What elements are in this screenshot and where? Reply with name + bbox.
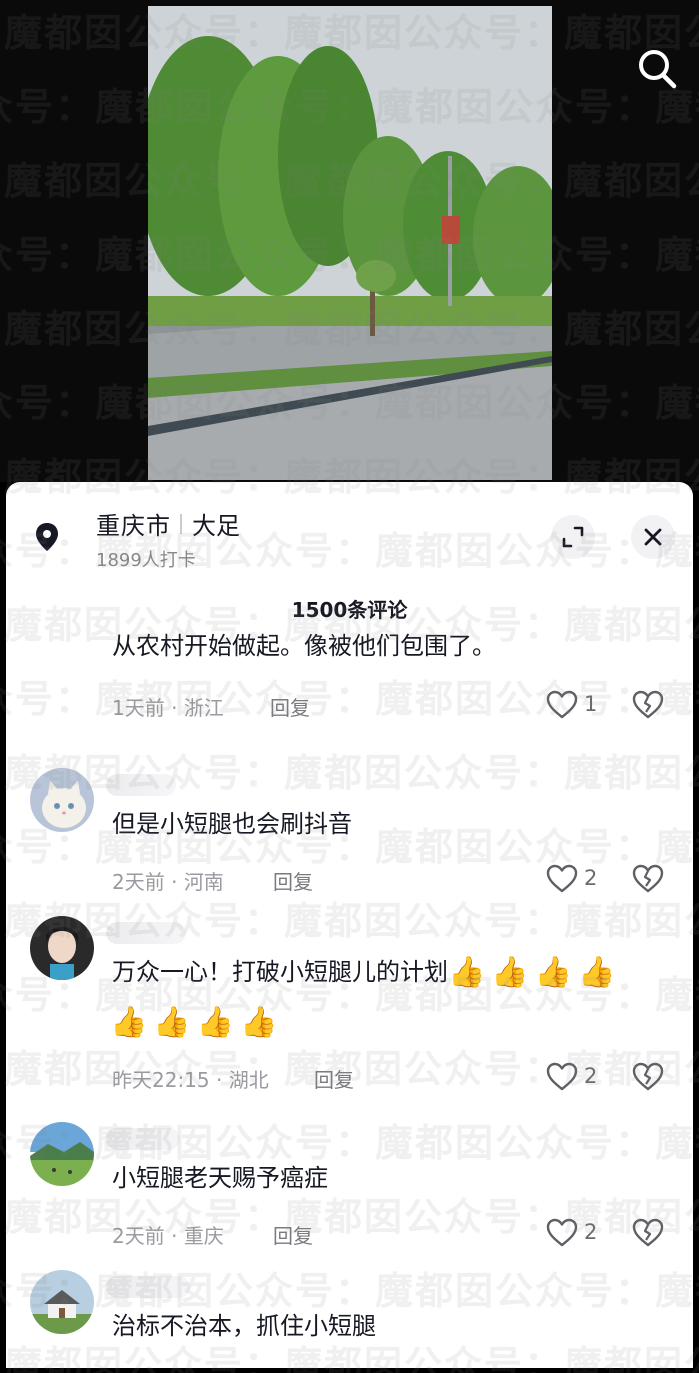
username-redacted[interactable] [106, 922, 186, 944]
thumbs-up-emoji: 👍 [534, 955, 573, 990]
comment-time: 2天前 [112, 870, 165, 894]
location-separator [180, 514, 182, 534]
comment-region: 河南 [183, 870, 224, 894]
avatar[interactable] [30, 1122, 94, 1186]
comment-text: 从农村开始做起。像被他们包围了。 [112, 632, 496, 660]
avatar[interactable] [30, 768, 94, 832]
like-button[interactable]: 2 [546, 864, 626, 896]
video-player[interactable] [0, 0, 699, 482]
reply-button[interactable]: 回复 [273, 1220, 313, 1249]
dislike-button[interactable] [632, 1218, 664, 1250]
broken-heart-icon [632, 864, 664, 893]
comment-text: 万众一心！打破小短腿儿的计划 [112, 958, 448, 986]
reply-button[interactable]: 回复 [314, 1064, 354, 1093]
username-redacted[interactable] [106, 774, 176, 796]
cat-avatar-image [30, 768, 94, 832]
close-button[interactable] [631, 515, 675, 559]
like-count: 2 [584, 866, 598, 890]
comment-item: 万众一心！打破小短腿儿的计划👍 👍 👍 👍 👍 👍 👍 👍 昨天22:15 · 湖北 回复 … [6, 916, 693, 1106]
like-button[interactable]: 2 [546, 1062, 626, 1094]
comment-item: 小短腿老天赐予癌症 2天前 · 重庆 回复 2 [6, 1122, 693, 1252]
like-button[interactable]: 2 [546, 1218, 626, 1250]
like-button[interactable]: 1 [546, 690, 626, 722]
comment-region: 浙江 [183, 696, 224, 720]
avatar[interactable] [30, 916, 94, 980]
like-count: 2 [584, 1220, 598, 1244]
comment-item: 治标不治本，抓住小短腿 [6, 1270, 693, 1368]
house-avatar-image [30, 1270, 94, 1334]
heart-icon [546, 1218, 578, 1247]
dislike-button[interactable] [632, 864, 664, 896]
username-redacted[interactable] [106, 1276, 190, 1298]
comment-time: 昨天22:15 [112, 1068, 210, 1092]
heart-icon [546, 864, 578, 893]
comment-meta: 昨天22:15 · 湖北 [112, 1068, 269, 1092]
thumbs-up-emoji: 👍 [448, 955, 486, 990]
broken-heart-icon [632, 690, 664, 719]
expand-button[interactable] [551, 515, 595, 559]
comment-text-line1: 万众一心！打破小短腿儿的计划👍 👍 👍 👍 [112, 948, 621, 997]
comment-item: 从农村开始做起。像被他们包围了。 1天前 · 浙江 回复 1 [6, 632, 693, 742]
avatar[interactable] [30, 1270, 94, 1334]
thumbs-up-emoji: 👍 [491, 955, 529, 990]
comment-region: 湖北 [228, 1068, 269, 1092]
comment-item: 但是小短腿也会刷抖音 2天前 · 河南 回复 2 [6, 768, 693, 898]
broken-heart-icon [632, 1062, 664, 1091]
search-button[interactable] [632, 44, 682, 94]
heart-icon [546, 1062, 578, 1091]
comment-meta: 2天前 · 河南 [112, 870, 224, 894]
comment-text: 小短腿老天赐予癌症 [112, 1164, 328, 1192]
comments-sheet: 重庆市 大足 1899人打卡 1500条评论 从农村开始做起。像被他们包围了。 … [6, 482, 693, 1368]
thumbs-up-emoji: 👍 [110, 1005, 148, 1040]
like-count: 2 [584, 1064, 598, 1088]
comment-list[interactable]: 从农村开始做起。像被他们包围了。 1天前 · 浙江 回复 1 但是小短腿也会刷抖… [6, 632, 693, 1368]
comment-meta: 1天前 · 浙江 [112, 696, 224, 720]
username-redacted[interactable] [106, 1128, 180, 1150]
thumbs-up-emoji: 👍 [196, 1005, 235, 1040]
like-count: 1 [584, 692, 598, 716]
location-city[interactable]: 重庆市 [96, 506, 171, 541]
comment-time: 1天前 [112, 696, 165, 720]
dislike-button[interactable] [632, 690, 664, 722]
comment-text: 治标不治本，抓住小短腿 [112, 1312, 376, 1340]
landscape-avatar-image [30, 1122, 94, 1186]
reply-button[interactable]: 回复 [273, 866, 313, 895]
thumbs-up-emoji: 👍 [153, 1005, 191, 1040]
comment-time: 2天前 [112, 1224, 165, 1248]
reply-button[interactable]: 回复 [270, 692, 310, 721]
comment-count: 1500条评论 [291, 598, 408, 622]
search-icon [639, 50, 677, 89]
thumbs-up-emoji: 👍 [240, 1005, 278, 1040]
heart-icon [546, 690, 578, 719]
thumbs-up-emoji: 👍 [578, 955, 616, 990]
street-scene-image [148, 6, 552, 480]
location-district[interactable]: 大足 [192, 506, 240, 541]
broken-heart-icon [632, 1218, 664, 1247]
close-icon [644, 528, 662, 546]
video-frame[interactable] [148, 6, 552, 480]
comment-text: 但是小短腿也会刷抖音 [112, 810, 352, 838]
comment-meta: 2天前 · 重庆 [112, 1224, 224, 1248]
thumbs-up-emoji-group: 👍 👍 👍 👍 [448, 955, 621, 990]
location-pin-icon [36, 523, 58, 551]
thumbs-up-emoji-group: 👍 👍 👍 👍 [110, 998, 283, 1047]
checkin-count: 1899人打卡 [96, 550, 196, 571]
portrait-avatar-image [30, 916, 94, 980]
comment-region: 重庆 [183, 1224, 224, 1248]
expand-icon [562, 526, 584, 548]
dislike-button[interactable] [632, 1062, 664, 1094]
